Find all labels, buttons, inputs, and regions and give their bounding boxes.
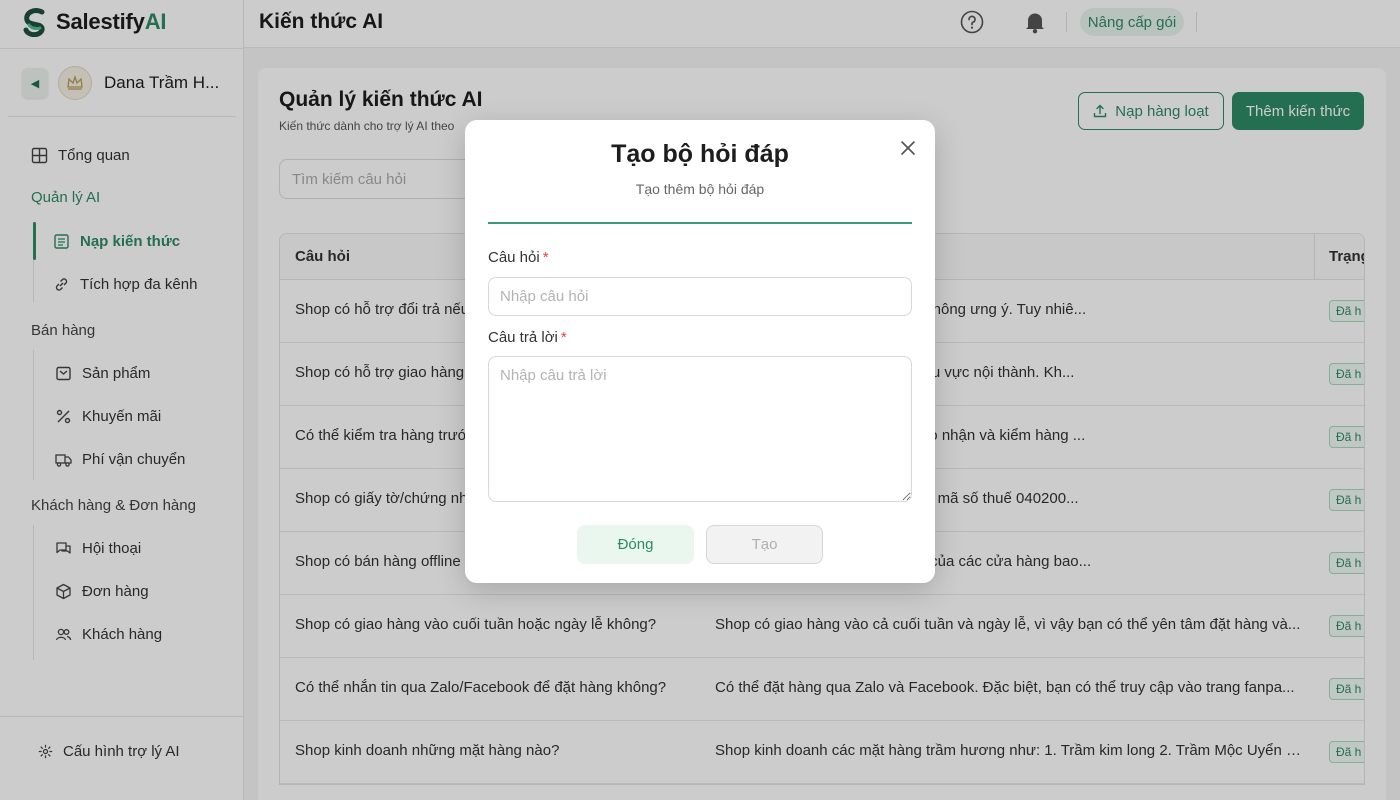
dialog-subtitle: Tạo thêm bộ hỏi đáp <box>635 181 765 197</box>
close-button[interactable]: Đóng <box>577 525 694 564</box>
dialog-divider <box>488 222 912 224</box>
dialog-title: Tạo bộ hỏi đáp <box>611 140 789 168</box>
answer-textarea[interactable] <box>488 356 912 502</box>
answer-label: Câu trả lời * <box>488 329 567 346</box>
close-icon[interactable] <box>898 138 918 158</box>
question-label: Câu hỏi * <box>488 249 549 266</box>
question-input[interactable] <box>488 277 912 316</box>
create-qa-dialog: Tạo bộ hỏi đáp Tạo thêm bộ hỏi đáp Câu h… <box>465 120 935 583</box>
create-button[interactable]: Tạo <box>706 525 823 564</box>
